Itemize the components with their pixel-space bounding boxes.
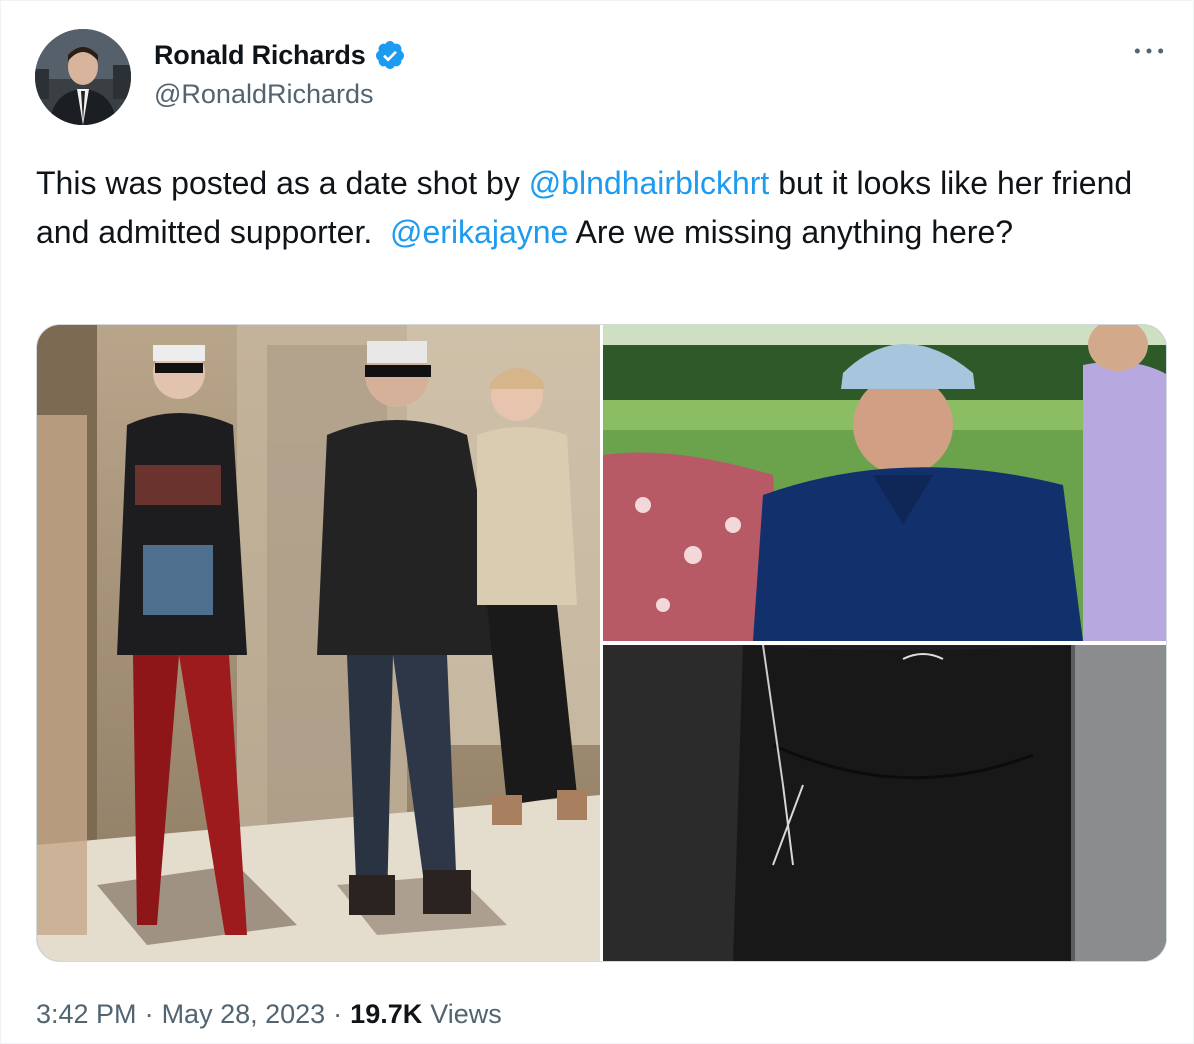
- views-label: Views: [430, 999, 502, 1029]
- views-count[interactable]: 19.7K: [350, 999, 422, 1030]
- tweet-text: This was posted as a date shot by @blndh…: [36, 159, 1166, 257]
- photo-golf-course[interactable]: [603, 325, 1166, 641]
- avatar[interactable]: [35, 29, 131, 125]
- tweet-card: Ronald Richards @RonaldRichards This was…: [0, 0, 1194, 1044]
- tweet-text-part: This was posted as a date shot by: [36, 165, 529, 201]
- meta-separator: ·: [333, 999, 343, 1029]
- tweet-text-part: Are we missing anything here?: [568, 214, 1014, 250]
- meta-separator: ·: [144, 999, 154, 1029]
- photo-mall-walk[interactable]: [37, 325, 600, 961]
- author-handle[interactable]: @RonaldRichards: [154, 79, 374, 110]
- more-options-button[interactable]: [1129, 37, 1169, 65]
- author-display-name[interactable]: Ronald Richards: [154, 40, 366, 71]
- media-grid[interactable]: [36, 324, 1167, 962]
- photo-hoodie-closeup[interactable]: [603, 645, 1166, 961]
- tweet-time[interactable]: 3:42 PM: [36, 999, 137, 1030]
- mention-link[interactable]: @erikajayne: [390, 214, 568, 250]
- mention-link[interactable]: @blndhairblckhrt: [529, 165, 770, 201]
- tweet-date[interactable]: May 28, 2023: [162, 999, 326, 1030]
- verified-badge-icon[interactable]: [374, 39, 406, 71]
- tweet-meta: 3:42 PM · May 28, 2023 · 19.7K Views: [36, 999, 502, 1030]
- author-row: Ronald Richards: [154, 37, 406, 73]
- more-horizontal-icon: [1134, 48, 1164, 54]
